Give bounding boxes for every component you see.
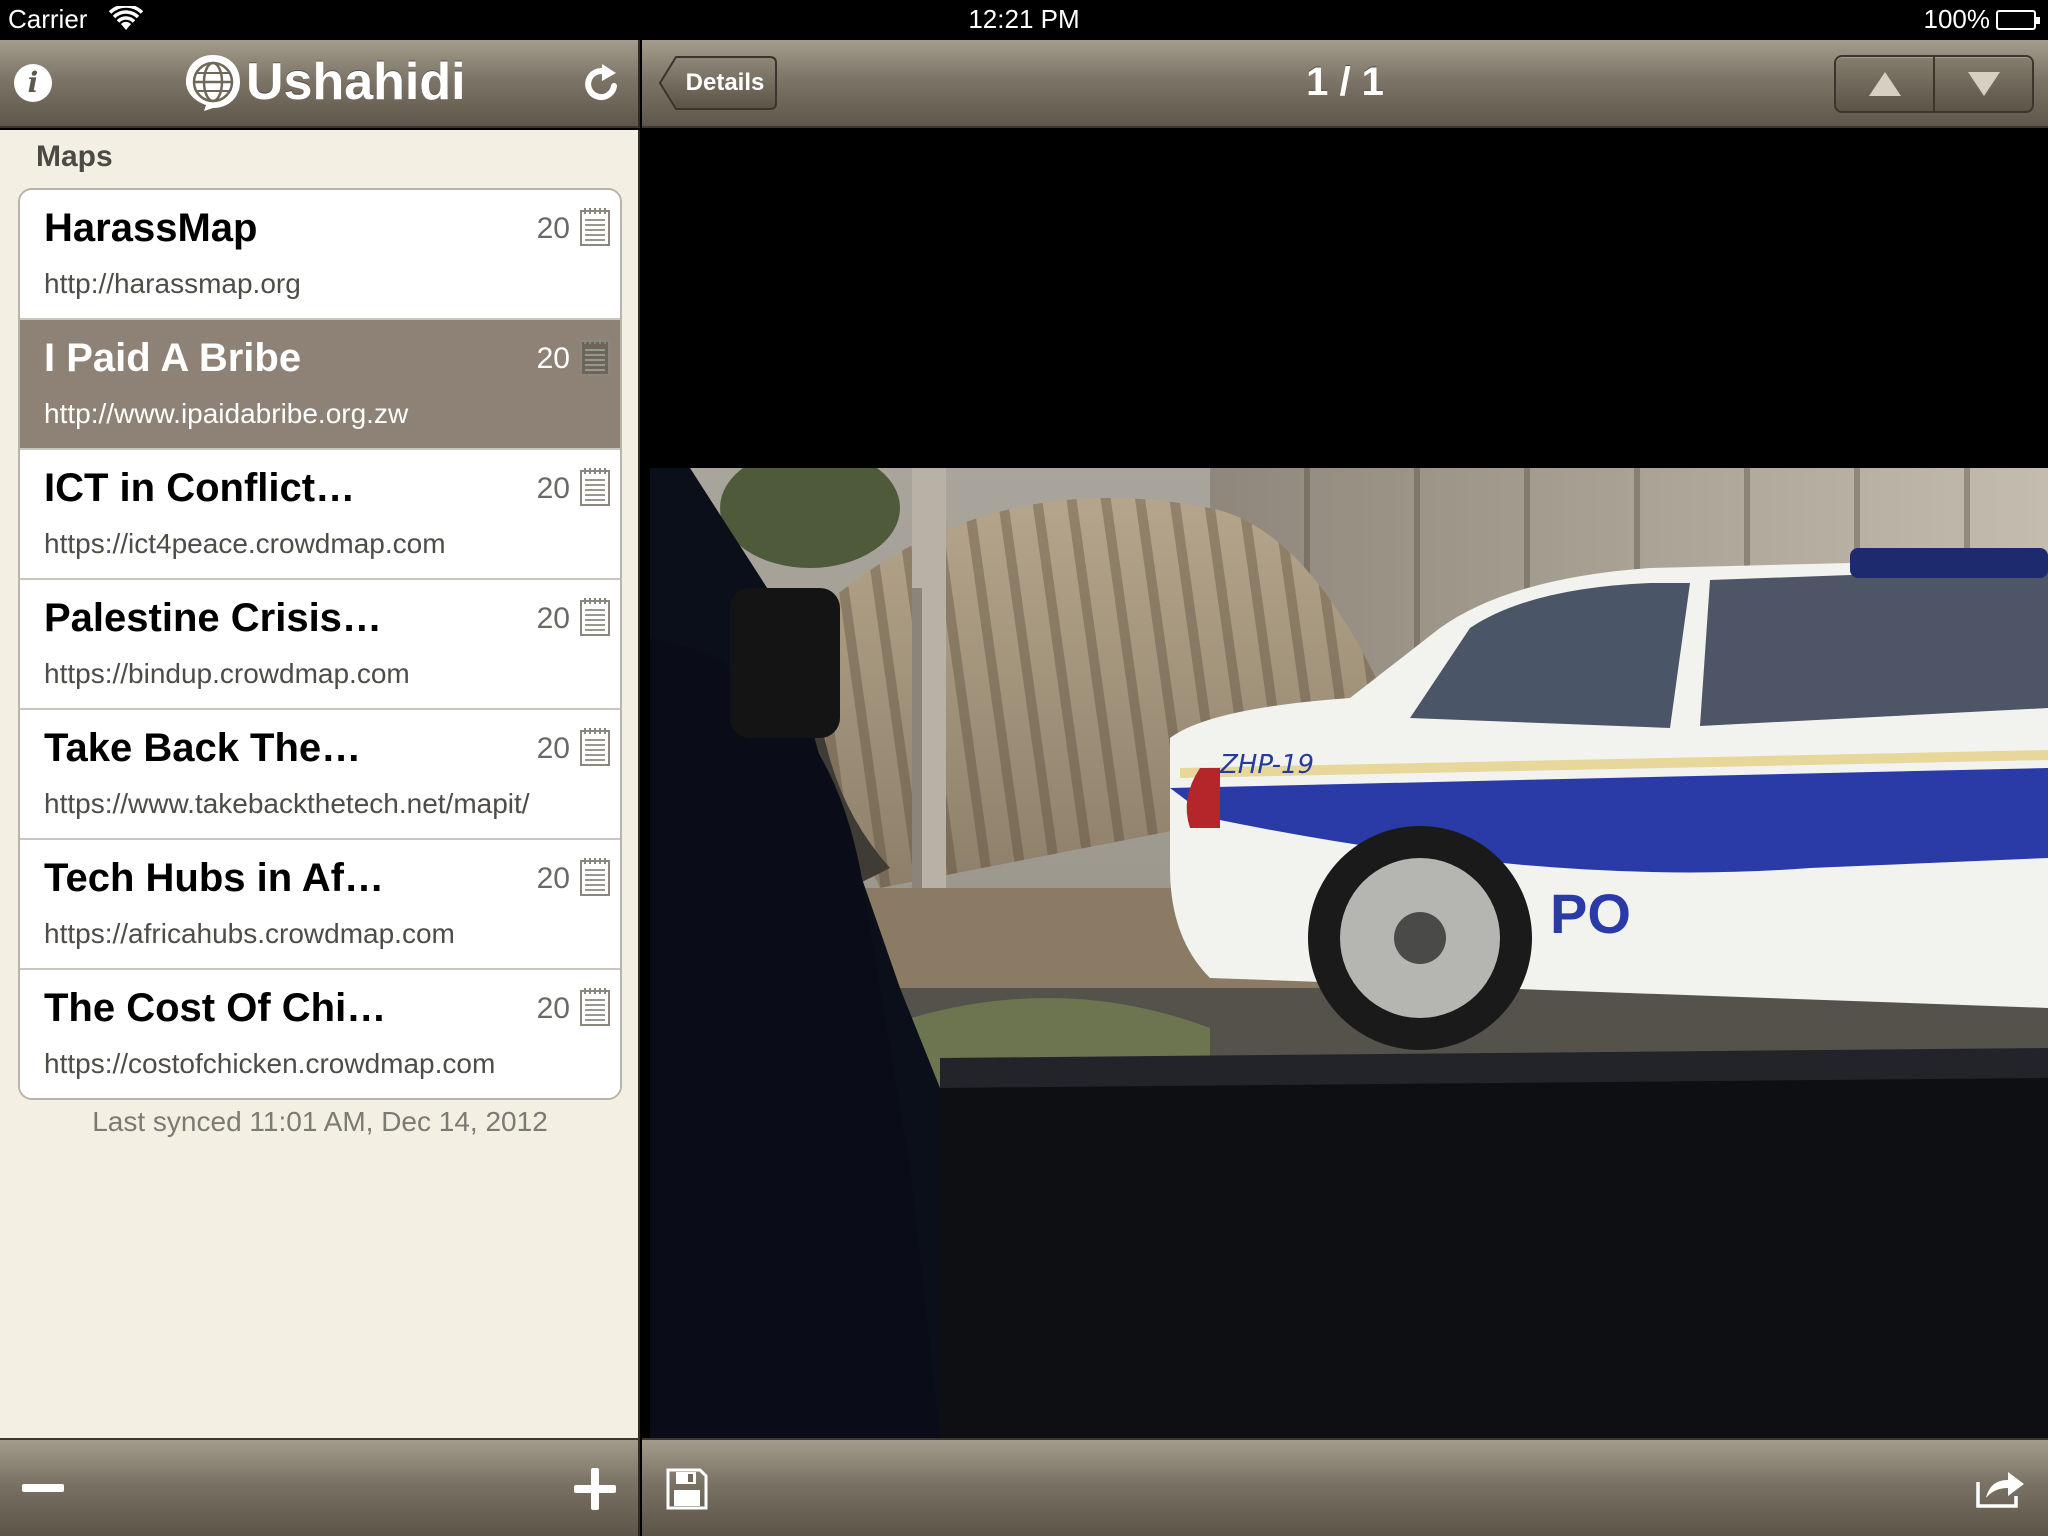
map-url: http://www.ipaidabribe.org.zw bbox=[44, 398, 409, 429]
plus-icon[interactable] bbox=[574, 1468, 616, 1510]
map-url: https://costofchicken.crowdmap.com bbox=[44, 1048, 496, 1079]
maps-list: HarassMap http://harassmap.org 20 I Paid A … bbox=[18, 188, 622, 1100]
maps-section-header: Maps bbox=[36, 140, 113, 173]
map-url: https://bindup.crowdmap.com bbox=[44, 658, 410, 689]
reports-notepad-icon bbox=[580, 208, 610, 246]
reports-notepad-icon bbox=[580, 598, 610, 636]
app-logo: Ushahidi bbox=[182, 50, 466, 114]
reports-notepad-icon bbox=[580, 988, 610, 1026]
report-count: 20 bbox=[536, 862, 570, 895]
report-count: 20 bbox=[536, 212, 570, 245]
report-count: 20 bbox=[536, 602, 570, 635]
details-label: Details bbox=[685, 69, 765, 96]
report-count: 20 bbox=[536, 342, 570, 375]
report-count: 20 bbox=[536, 472, 570, 505]
details-back-button[interactable]: Details bbox=[658, 55, 778, 111]
app-name: Ushahidi bbox=[246, 53, 466, 111]
map-url: http://harassmap.org bbox=[44, 268, 301, 299]
report-photo[interactable]: ZHP-19 PO bbox=[650, 468, 2048, 1438]
reports-notepad-icon bbox=[580, 468, 610, 506]
car-label: ZHP-19 bbox=[1219, 750, 1314, 780]
photo-toolbar bbox=[642, 1438, 2048, 1536]
status-bar: Carrier 12:21 PM 100% bbox=[0, 0, 2048, 40]
report-count: 20 bbox=[536, 732, 570, 765]
map-list-item[interactable]: The Cost Of Chi… https://costofchicken.cr… bbox=[20, 970, 620, 1098]
map-list-item[interactable]: Tech Hubs in Af… https://africahubs.crowd… bbox=[20, 840, 620, 970]
minus-icon[interactable] bbox=[22, 1484, 64, 1494]
map-list-item[interactable]: I Paid A Bribe http://www.ipaidabribe.org… bbox=[20, 320, 620, 450]
map-name: I Paid A Bribe bbox=[44, 336, 302, 380]
globe-logo-icon bbox=[186, 55, 240, 111]
battery-icon bbox=[1996, 10, 2040, 30]
car-door-text: PO bbox=[1550, 882, 1631, 945]
reports-notepad-icon bbox=[580, 338, 610, 376]
map-list-item[interactable]: ICT in Conflict… https://ict4peace.crowdm… bbox=[20, 450, 620, 580]
floppy-disk-icon[interactable] bbox=[666, 1468, 708, 1510]
map-name: ICT in Conflict… bbox=[44, 466, 356, 510]
maps-toolbar bbox=[0, 1438, 640, 1536]
map-list-item[interactable]: HarassMap http://harassmap.org 20 bbox=[20, 190, 620, 320]
battery-percent: 100% bbox=[1923, 4, 1991, 34]
map-name: HarassMap bbox=[44, 206, 258, 250]
map-name: Tech Hubs in Af… bbox=[44, 856, 384, 900]
last-synced-label: Last synced 11:01 AM, Dec 14, 2012 bbox=[92, 1106, 548, 1137]
photo-navbar: Details 1 / 1 bbox=[642, 40, 2048, 128]
photo-viewer: ZHP-19 PO bbox=[642, 130, 2048, 1438]
map-url: https://www.takebackthetech.net/mapit/ bbox=[44, 788, 530, 819]
maps-navbar: i Ushahidi bbox=[0, 40, 640, 128]
share-icon[interactable] bbox=[1976, 1468, 2026, 1508]
maps-panel: Maps HarassMap http://harassmap.org 20 I Pa… bbox=[0, 130, 640, 1438]
map-list-item[interactable]: Palestine Crisis… https://bindup.crowdmap… bbox=[20, 580, 620, 710]
map-name: Take Back The… bbox=[44, 726, 362, 770]
map-url: https://africahubs.crowdmap.com bbox=[44, 918, 455, 949]
info-icon[interactable]: i bbox=[14, 64, 52, 102]
photo-pager bbox=[1834, 55, 2034, 113]
reports-notepad-icon bbox=[580, 728, 610, 766]
map-name: The Cost Of Chi… bbox=[44, 986, 387, 1030]
report-count: 20 bbox=[536, 992, 570, 1025]
map-list-item[interactable]: Take Back The… https://www.takebackthetec… bbox=[20, 710, 620, 840]
reports-notepad-icon bbox=[580, 858, 610, 896]
down-arrow-icon[interactable] bbox=[1935, 57, 2032, 111]
map-name: Palestine Crisis… bbox=[44, 596, 382, 640]
map-url: https://ict4peace.crowdmap.com bbox=[44, 528, 446, 559]
status-time: 12:21 PM bbox=[968, 4, 1080, 34]
up-arrow-icon[interactable] bbox=[1836, 57, 1935, 111]
refresh-icon[interactable] bbox=[580, 62, 624, 106]
